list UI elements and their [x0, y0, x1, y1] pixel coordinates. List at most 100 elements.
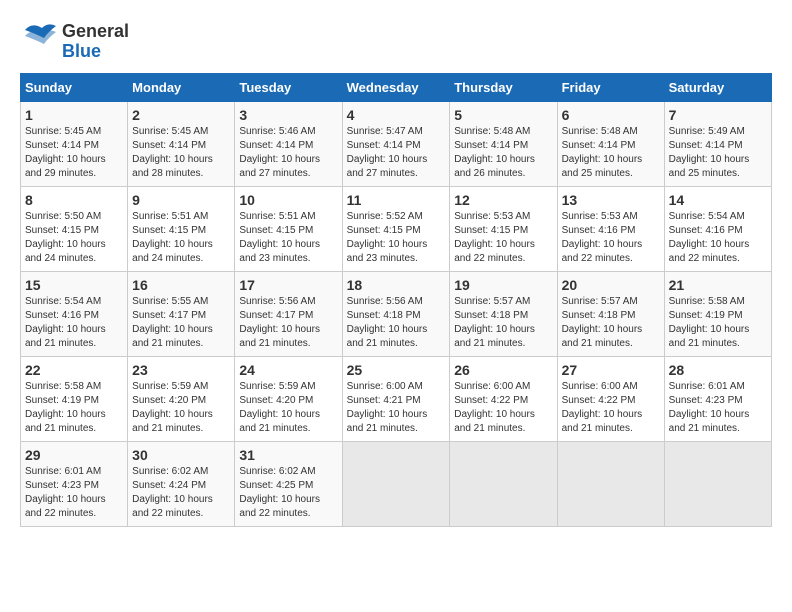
day-number: 5	[454, 107, 552, 123]
calendar-cell	[557, 442, 664, 527]
header: General Blue	[20, 20, 772, 63]
calendar-cell: 5 Sunrise: 5:48 AMSunset: 4:14 PMDaylight…	[450, 102, 557, 187]
calendar-body: 1 Sunrise: 5:45 AMSunset: 4:14 PMDaylight…	[21, 102, 772, 527]
day-number: 20	[562, 277, 660, 293]
calendar-cell: 4 Sunrise: 5:47 AMSunset: 4:14 PMDaylight…	[342, 102, 450, 187]
calendar-cell: 12 Sunrise: 5:53 AMSunset: 4:15 PMDayligh…	[450, 187, 557, 272]
calendar-cell: 8Sunrise: 5:50 AMSunset: 4:15 PMDaylight…	[21, 187, 128, 272]
calendar-cell: 29Sunrise: 6:01 AMSunset: 4:23 PMDayligh…	[21, 442, 128, 527]
calendar-cell: 15 Sunrise: 5:54 AMSunset: 4:16 PMDayligh…	[21, 272, 128, 357]
header-cell-tuesday: Tuesday	[235, 74, 342, 102]
day-detail: Sunrise: 5:51 AMSunset: 4:15 PMDaylight:…	[132, 210, 230, 266]
day-detail: Sunrise: 5:51 AMSunset: 4:15 PMDaylight:…	[239, 210, 337, 266]
day-detail: Sunrise: 5:50 AMSunset: 4:15 PMDaylight:…	[25, 210, 123, 266]
logo-graphic	[20, 20, 58, 63]
day-detail: Sunrise: 5:45 AMSunset: 4:14 PMDaylight:…	[25, 125, 123, 181]
day-number: 11	[347, 192, 446, 208]
calendar-cell: 24 Sunrise: 5:59 AMSunset: 4:20 PMDayligh…	[235, 357, 342, 442]
day-detail: Sunrise: 5:58 AMSunset: 4:19 PMDaylight:…	[669, 295, 767, 351]
day-number: 6	[562, 107, 660, 123]
calendar-cell	[342, 442, 450, 527]
day-detail: Sunrise: 5:58 AMSunset: 4:19 PMDaylight:…	[25, 380, 123, 436]
day-number: 28	[669, 362, 767, 378]
day-number: 12	[454, 192, 552, 208]
calendar-week-row: 8Sunrise: 5:50 AMSunset: 4:15 PMDaylight…	[21, 187, 772, 272]
day-number: 9	[132, 192, 230, 208]
day-detail: Sunrise: 6:02 AMSunset: 4:24 PMDaylight:…	[132, 465, 230, 521]
calendar-cell: 2Sunrise: 5:45 AMSunset: 4:14 PMDaylight…	[128, 102, 235, 187]
day-number: 4	[347, 107, 446, 123]
logo-svg	[20, 20, 58, 58]
calendar-table: SundayMondayTuesdayWednesdayThursdayFrid…	[20, 73, 772, 527]
day-number: 15	[25, 277, 123, 293]
day-number: 13	[562, 192, 660, 208]
day-number: 27	[562, 362, 660, 378]
day-detail: Sunrise: 5:59 AMSunset: 4:20 PMDaylight:…	[239, 380, 337, 436]
calendar-cell: 28 Sunrise: 6:01 AMSunset: 4:23 PMDayligh…	[664, 357, 771, 442]
calendar-cell: 21 Sunrise: 5:58 AMSunset: 4:19 PMDayligh…	[664, 272, 771, 357]
day-detail: Sunrise: 5:48 AMSunset: 4:14 PMDaylight:…	[562, 125, 660, 181]
day-detail: Sunrise: 5:56 AMSunset: 4:17 PMDaylight:…	[239, 295, 337, 351]
day-detail: Sunrise: 5:48 AMSunset: 4:14 PMDaylight:…	[454, 125, 552, 181]
day-detail: Sunrise: 5:54 AMSunset: 4:16 PMDaylight:…	[25, 295, 123, 351]
calendar-cell: 30 Sunrise: 6:02 AMSunset: 4:24 PMDayligh…	[128, 442, 235, 527]
day-detail: Sunrise: 5:53 AMSunset: 4:16 PMDaylight:…	[562, 210, 660, 266]
day-number: 22	[25, 362, 123, 378]
day-detail: Sunrise: 6:00 AMSunset: 4:22 PMDaylight:…	[454, 380, 552, 436]
day-number: 14	[669, 192, 767, 208]
day-detail: Sunrise: 6:00 AMSunset: 4:22 PMDaylight:…	[562, 380, 660, 436]
day-number: 30	[132, 447, 230, 463]
day-detail: Sunrise: 5:46 AMSunset: 4:14 PMDaylight:…	[239, 125, 337, 181]
calendar-cell: 23Sunrise: 5:59 AMSunset: 4:20 PMDayligh…	[128, 357, 235, 442]
header-cell-wednesday: Wednesday	[342, 74, 450, 102]
day-number: 24	[239, 362, 337, 378]
calendar-cell: 31Sunrise: 6:02 AMSunset: 4:25 PMDayligh…	[235, 442, 342, 527]
logo-general: General	[62, 22, 129, 42]
calendar-cell: 17Sunrise: 5:56 AMSunset: 4:17 PMDayligh…	[235, 272, 342, 357]
day-detail: Sunrise: 5:47 AMSunset: 4:14 PMDaylight:…	[347, 125, 446, 181]
day-detail: Sunrise: 5:54 AMSunset: 4:16 PMDaylight:…	[669, 210, 767, 266]
calendar-cell: 22 Sunrise: 5:58 AMSunset: 4:19 PMDayligh…	[21, 357, 128, 442]
calendar-cell: 3 Sunrise: 5:46 AMSunset: 4:14 PMDaylight…	[235, 102, 342, 187]
day-number: 26	[454, 362, 552, 378]
day-number: 21	[669, 277, 767, 293]
day-detail: Sunrise: 6:00 AMSunset: 4:21 PMDaylight:…	[347, 380, 446, 436]
header-cell-saturday: Saturday	[664, 74, 771, 102]
calendar-week-row: 1 Sunrise: 5:45 AMSunset: 4:14 PMDaylight…	[21, 102, 772, 187]
day-detail: Sunrise: 5:53 AMSunset: 4:15 PMDaylight:…	[454, 210, 552, 266]
calendar-cell: 10Sunrise: 5:51 AMSunset: 4:15 PMDayligh…	[235, 187, 342, 272]
calendar-cell: 27 Sunrise: 6:00 AMSunset: 4:22 PMDayligh…	[557, 357, 664, 442]
calendar-cell: 18Sunrise: 5:56 AMSunset: 4:18 PMDayligh…	[342, 272, 450, 357]
calendar-cell: 14 Sunrise: 5:54 AMSunset: 4:16 PMDayligh…	[664, 187, 771, 272]
calendar-cell: 19Sunrise: 5:57 AMSunset: 4:18 PMDayligh…	[450, 272, 557, 357]
logo: General Blue	[20, 20, 129, 63]
day-number: 7	[669, 107, 767, 123]
calendar-cell: 1 Sunrise: 5:45 AMSunset: 4:14 PMDaylight…	[21, 102, 128, 187]
logo-container: General Blue	[20, 20, 129, 63]
day-detail: Sunrise: 5:45 AMSunset: 4:14 PMDaylight:…	[132, 125, 230, 181]
calendar-cell: 9 Sunrise: 5:51 AMSunset: 4:15 PMDaylight…	[128, 187, 235, 272]
day-number: 31	[239, 447, 337, 463]
day-detail: Sunrise: 5:52 AMSunset: 4:15 PMDaylight:…	[347, 210, 446, 266]
logo-text-block: General Blue	[62, 22, 129, 62]
calendar-cell: 20Sunrise: 5:57 AMSunset: 4:18 PMDayligh…	[557, 272, 664, 357]
day-detail: Sunrise: 6:01 AMSunset: 4:23 PMDaylight:…	[669, 380, 767, 436]
day-detail: Sunrise: 5:57 AMSunset: 4:18 PMDaylight:…	[454, 295, 552, 351]
header-cell-friday: Friday	[557, 74, 664, 102]
day-detail: Sunrise: 5:49 AMSunset: 4:14 PMDaylight:…	[669, 125, 767, 181]
header-cell-sunday: Sunday	[21, 74, 128, 102]
day-number: 29	[25, 447, 123, 463]
header-cell-monday: Monday	[128, 74, 235, 102]
day-detail: Sunrise: 5:55 AMSunset: 4:17 PMDaylight:…	[132, 295, 230, 351]
day-number: 23	[132, 362, 230, 378]
header-cell-thursday: Thursday	[450, 74, 557, 102]
day-number: 3	[239, 107, 337, 123]
calendar-week-row: 22 Sunrise: 5:58 AMSunset: 4:19 PMDayligh…	[21, 357, 772, 442]
calendar-cell: 6 Sunrise: 5:48 AMSunset: 4:14 PMDaylight…	[557, 102, 664, 187]
day-number: 1	[25, 107, 123, 123]
day-number: 25	[347, 362, 446, 378]
day-number: 18	[347, 277, 446, 293]
day-number: 16	[132, 277, 230, 293]
calendar-cell: 26 Sunrise: 6:00 AMSunset: 4:22 PMDayligh…	[450, 357, 557, 442]
calendar-header-row: SundayMondayTuesdayWednesdayThursdayFrid…	[21, 74, 772, 102]
